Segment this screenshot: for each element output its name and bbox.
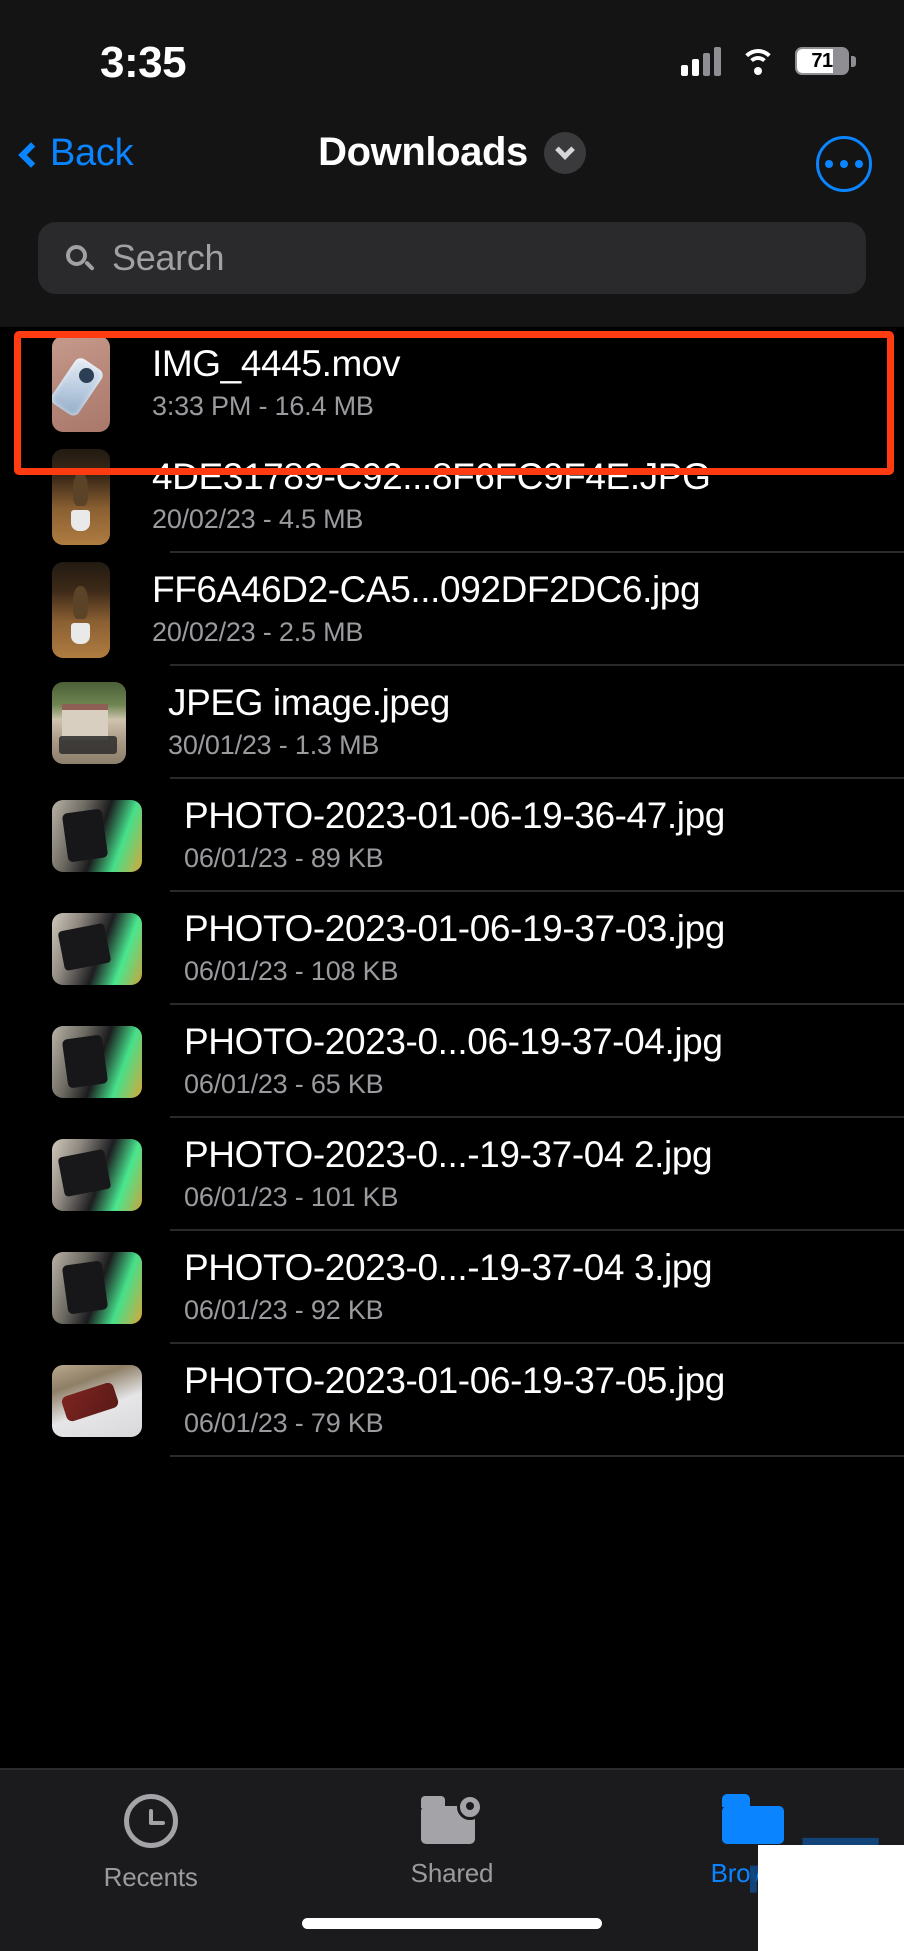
file-list: IMG_4445.mov 3:33 PM - 16.4 MB 4DE31789-… — [0, 327, 904, 1457]
file-meta: 06/01/23 - 89 KB — [184, 842, 384, 873]
clock-icon — [123, 1794, 178, 1848]
shared-folder-icon — [420, 1794, 483, 1844]
battery-percent-label: 71 — [811, 49, 833, 72]
file-name: PHOTO-2023-01-06-19-37-03.jpg — [184, 908, 725, 950]
file-row-ff6a46d2[interactable]: FF6A46D2-CA5...092DF2DC6.jpg 20/02/23 - … — [0, 553, 904, 666]
status-bar: 3:35 71 — [0, 0, 904, 118]
more-options-button[interactable] — [816, 136, 872, 192]
status-bar-indicators: 71 — [681, 40, 856, 82]
file-name: PHOTO-2023-0...-19-37-04 3.jpg — [184, 1247, 713, 1289]
file-name: 4DE31789-C92...8F6FC9F4E.JPG — [152, 456, 711, 498]
file-thumbnail — [52, 681, 126, 764]
page-title: Downloads — [318, 130, 528, 174]
file-name: PHOTO-2023-01-06-19-37-05.jpg — [184, 1360, 725, 1402]
file-thumbnail — [52, 799, 142, 872]
row-separator — [170, 1455, 904, 1457]
file-meta: 20/02/23 - 4.5 MB — [152, 503, 364, 534]
more-dot-1 — [825, 160, 833, 168]
file-name: JPEG image.jpeg — [168, 682, 450, 724]
tab-shared-label: Shared — [410, 1858, 494, 1888]
file-row-img4445[interactable]: IMG_4445.mov 3:33 PM - 16.4 MB — [0, 327, 904, 440]
file-name: FF6A46D2-CA5...092DF2DC6.jpg — [152, 569, 701, 611]
more-dot-3 — [855, 160, 863, 168]
file-name: PHOTO-2023-0...-19-37-04 2.jpg — [184, 1134, 713, 1176]
more-dot-2 — [840, 160, 848, 168]
header-block: 3:35 71 Back Downloads Search — [0, 0, 904, 327]
tab-recents[interactable]: Recents — [0, 1794, 301, 1893]
file-thumbnail — [52, 335, 110, 432]
file-meta: 20/02/23 - 2.5 MB — [152, 616, 364, 647]
search-field[interactable]: Search — [38, 222, 866, 294]
status-bar-time: 3:35 — [100, 38, 187, 87]
file-name: PHOTO-2023-0...06-19-37-04.jpg — [184, 1021, 723, 1063]
file-row-photo-193704-3[interactable]: PHOTO-2023-0...-19-37-04 3.jpg 06/01/23 … — [0, 1231, 904, 1344]
file-row-jpeg-image[interactable]: JPEG image.jpeg 30/01/23 - 1.3 MB — [0, 666, 904, 779]
tab-shared[interactable]: Shared — [301, 1794, 602, 1889]
file-thumbnail — [52, 1025, 142, 1098]
file-meta: 06/01/23 - 101 KB — [184, 1181, 399, 1212]
file-thumbnail — [52, 912, 142, 985]
search-placeholder: Search — [112, 237, 225, 278]
file-meta: 30/01/23 - 1.3 MB — [168, 729, 380, 760]
file-row-photo-193704-2[interactable]: PHOTO-2023-0...-19-37-04 2.jpg 06/01/23 … — [0, 1118, 904, 1231]
page-title-group[interactable]: Downloads — [0, 130, 904, 175]
file-name: IMG_4445.mov — [152, 343, 401, 385]
file-thumbnail — [52, 1138, 142, 1211]
cellular-bars-icon — [681, 46, 721, 76]
chevron-down-icon — [554, 139, 575, 160]
file-thumbnail — [52, 1251, 142, 1324]
file-row-photo-193647[interactable]: PHOTO-2023-01-06-19-36-47.jpg 06/01/23 -… — [0, 779, 904, 892]
iphone-screen: 3:35 71 Back Downloads Search IMG_4445.m… — [0, 0, 904, 1951]
search-icon — [66, 245, 95, 271]
home-indicator[interactable] — [302, 1918, 602, 1929]
file-thumbnail — [52, 561, 110, 658]
file-row-4de31789[interactable]: 4DE31789-C92...8F6FC9F4E.JPG 20/02/23 - … — [0, 440, 904, 553]
white-overlay-patch — [758, 1845, 904, 1951]
file-thumbnail — [52, 1364, 142, 1437]
navigation-bar: Back Downloads — [0, 118, 904, 210]
file-meta: 06/01/23 - 92 KB — [184, 1294, 384, 1325]
file-name: PHOTO-2023-01-06-19-36-47.jpg — [184, 795, 725, 837]
file-meta: 06/01/23 - 65 KB — [184, 1068, 384, 1099]
file-meta: 06/01/23 - 79 KB — [184, 1407, 384, 1438]
file-row-photo-193703[interactable]: PHOTO-2023-01-06-19-37-03.jpg 06/01/23 -… — [0, 892, 904, 1005]
tab-recents-label: Recents — [103, 1862, 198, 1892]
file-row-photo-193704[interactable]: PHOTO-2023-0...06-19-37-04.jpg 06/01/23 … — [0, 1005, 904, 1118]
file-meta: 06/01/23 - 108 KB — [184, 955, 399, 986]
file-thumbnail — [52, 448, 110, 545]
battery-icon: 71 — [795, 47, 856, 75]
file-row-photo-193705[interactable]: PHOTO-2023-01-06-19-37-05.jpg 06/01/23 -… — [0, 1344, 904, 1457]
file-meta: 3:33 PM - 16.4 MB — [152, 390, 374, 421]
wifi-icon — [739, 47, 777, 75]
title-dropdown-button[interactable] — [543, 131, 586, 174]
